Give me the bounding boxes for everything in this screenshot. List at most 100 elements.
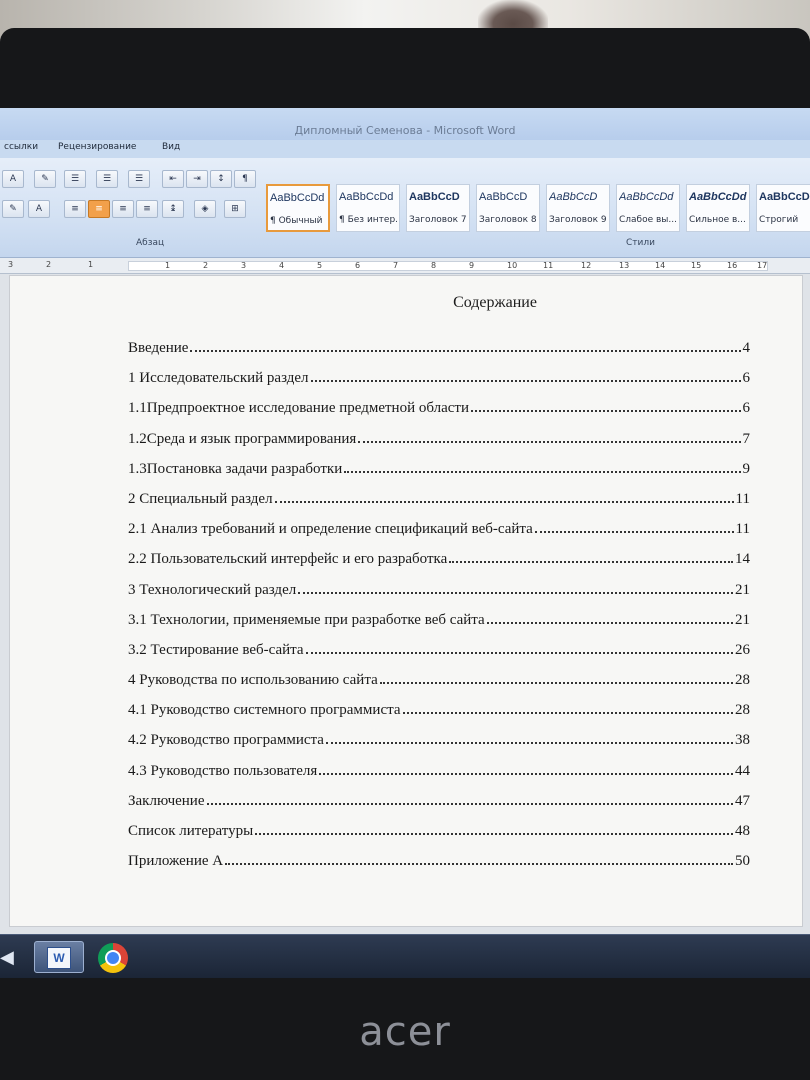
style-name: Заголовок 7 xyxy=(409,215,467,225)
tab-view[interactable]: Вид xyxy=(162,142,180,152)
highlight-color-icon[interactable]: ✎ xyxy=(2,200,24,218)
justify-icon[interactable]: ≡ xyxy=(136,200,158,218)
ruler-tick: 15 xyxy=(691,261,702,270)
toc-entry-label: Список литературы xyxy=(128,823,254,839)
toc-entry[interactable]: 3.2 Тестирование веб-сайта 26 xyxy=(128,640,750,670)
toc-entry-page: 11 xyxy=(735,521,750,538)
style-sample: AaBbCcDd xyxy=(619,191,674,203)
laptop-logo: acer xyxy=(359,1009,451,1055)
toc-entry[interactable]: Приложение А 50 xyxy=(128,851,750,881)
toc-entry[interactable]: 4.1 Руководство системного программиста 2… xyxy=(128,700,750,730)
toc-entry[interactable]: 1.3Постановка задачи разработки 9 xyxy=(128,459,750,489)
ruler-tick: 7 xyxy=(393,261,399,270)
toc-entry[interactable]: 2.2 Пользовательский интерфейс и его раз… xyxy=(128,549,750,579)
style-name: Сильное в... xyxy=(689,215,746,225)
taskbar-arrow-icon[interactable]: ◀ xyxy=(0,945,18,971)
toc-leader-dots xyxy=(255,821,733,835)
ruler-tick: 17 xyxy=(757,261,768,270)
toc-entry-label: 2 Специальный раздел xyxy=(128,490,273,507)
toc-entry[interactable]: Введение 4 xyxy=(128,338,750,368)
style-tile[interactable]: AaBbCcDd Слабое вы... xyxy=(616,184,680,232)
toc-entry[interactable]: 3 Технологический раздел 21 xyxy=(128,580,750,610)
toc-leader-dots xyxy=(225,851,733,866)
chrome-icon[interactable] xyxy=(98,943,128,973)
toc-entry-label: 4.2 Руководство программиста xyxy=(128,732,324,749)
align-left-icon[interactable]: ≡ xyxy=(64,200,86,218)
toc-leader-dots xyxy=(325,730,733,745)
style-sample: AaBbCcDd xyxy=(270,192,325,204)
toc-entry-label: 3.2 Тестирование веб-сайта xyxy=(128,641,304,658)
style-name: Заголовок 8 xyxy=(479,215,537,225)
toc-entry-page: 44 xyxy=(735,762,750,779)
style-sample: AaBbCcDd xyxy=(759,191,810,203)
ruler-tick: 2 xyxy=(203,261,209,270)
toc-entry-page: 21 xyxy=(735,611,750,628)
style-tile[interactable]: AaBbCcDd ¶ Обычный xyxy=(266,184,330,232)
styles-group-label: Стили xyxy=(626,238,655,248)
toc-entry-page: 14 xyxy=(735,551,750,568)
increase-indent-icon[interactable]: ⇥ xyxy=(186,170,208,188)
toc-entry-label: Заключение xyxy=(128,792,205,809)
toc-entry[interactable]: 3.1 Технологии, применяемые при разработ… xyxy=(128,610,750,640)
bullets-icon[interactable]: ☰ xyxy=(64,170,86,188)
toc-entry-label: 4.1 Руководство системного программиста xyxy=(128,702,401,719)
align-right-icon[interactable]: ≡ xyxy=(112,200,134,218)
toc-entry[interactable]: 1 Исследовательский раздел 6 xyxy=(128,368,750,398)
borders-icon[interactable]: ⊞ xyxy=(224,200,246,218)
toc-leader-dots xyxy=(344,459,741,473)
ruler-tick: 1 xyxy=(165,261,171,270)
shrink-font-icon[interactable]: A xyxy=(2,170,24,188)
ruler-tick: 5 xyxy=(317,261,323,270)
shading-icon[interactable]: ◈ xyxy=(194,200,216,218)
style-tile[interactable]: AaBbCcDd Сильное в... xyxy=(686,184,750,232)
toc-entry[interactable]: 4 Руководства по использованию сайта 28 xyxy=(128,670,750,700)
toc-entry[interactable]: 1.2Среда и язык программирования 7 xyxy=(128,429,750,459)
align-center-icon[interactable]: ≡ xyxy=(88,200,110,218)
toc-entry-label: 2.2 Пользовательский интерфейс и его раз… xyxy=(128,551,448,568)
toc-entry[interactable]: Заключение 47 xyxy=(128,791,750,821)
toc-leader-dots xyxy=(206,791,733,805)
toc-leader-dots xyxy=(305,640,733,654)
toc-entry-page: 50 xyxy=(735,853,750,870)
ruler-tick: 13 xyxy=(619,261,630,270)
style-tile[interactable]: AaBbCcDd Строгий xyxy=(756,184,810,232)
multilevel-list-icon[interactable]: ☰ xyxy=(128,170,150,188)
toc-entry-label: Введение xyxy=(128,340,189,356)
toc-leader-dots xyxy=(310,368,741,383)
ruler-tick: 2 xyxy=(46,260,52,269)
toc-entry-page: 6 xyxy=(742,400,751,417)
toc-leader-dots xyxy=(379,670,733,685)
toc-leader-dots xyxy=(298,580,733,594)
toc-entry[interactable]: 4.3 Руководство пользователя 44 xyxy=(128,761,750,791)
style-name: ¶ Обычный xyxy=(270,216,323,226)
toc-entry[interactable]: Список литературы 48 xyxy=(128,821,750,851)
toc-entry[interactable]: 4.2 Руководство программиста 38 xyxy=(128,730,750,760)
toc-entry-page: 47 xyxy=(735,792,750,809)
font-color-icon[interactable]: A xyxy=(28,200,50,218)
style-tile[interactable]: AaBbCcD Заголовок 7 xyxy=(406,184,470,232)
tab-references[interactable]: ссылки xyxy=(4,142,38,152)
toc-entry-label: 3.1 Технологии, применяемые при разработ… xyxy=(128,611,485,628)
numbering-icon[interactable]: ☰ xyxy=(96,170,118,188)
toc-entry[interactable]: 2.1 Анализ требований и определение спец… xyxy=(128,519,750,549)
styles-gallery: AaBbCcDd ¶ Обычный AaBbCcDd ¶ Без интер.… xyxy=(262,164,810,238)
toc-entry[interactable]: 1.1Предпроектное исследование предметной… xyxy=(128,398,750,428)
style-tile[interactable]: AaBbCcD Заголовок 9 xyxy=(546,184,610,232)
toc-leader-dots xyxy=(402,700,733,715)
ruler-tick: 3 xyxy=(241,261,247,270)
decrease-indent-icon[interactable]: ⇤ xyxy=(162,170,184,188)
toc-entry[interactable]: 2 Специальный раздел 11 xyxy=(128,489,750,519)
clear-format-icon[interactable]: ✎ xyxy=(34,170,56,188)
tab-review[interactable]: Рецензирование xyxy=(58,142,136,152)
sort-icon[interactable]: ↕ xyxy=(210,170,232,188)
style-tile[interactable]: AaBbCcD Заголовок 8 xyxy=(476,184,540,232)
style-tile[interactable]: AaBbCcDd ¶ Без интер... xyxy=(336,184,400,232)
document-page[interactable]: Содержание Введение 4 1 Исследовательский … xyxy=(10,276,802,926)
ruler-tick: 16 xyxy=(727,261,738,270)
pilcrow-icon[interactable]: ¶ xyxy=(234,170,256,188)
style-sample: AaBbCcDd xyxy=(339,191,394,203)
word-taskbar-button[interactable]: W xyxy=(34,941,84,973)
line-spacing-icon[interactable]: ↨ xyxy=(162,200,184,218)
horizontal-ruler[interactable]: 3 2 1 1 2 3 4 5 6 7 8 9 10 11 12 13 14 1… xyxy=(0,258,810,274)
toc-entry-page: 26 xyxy=(735,641,750,658)
